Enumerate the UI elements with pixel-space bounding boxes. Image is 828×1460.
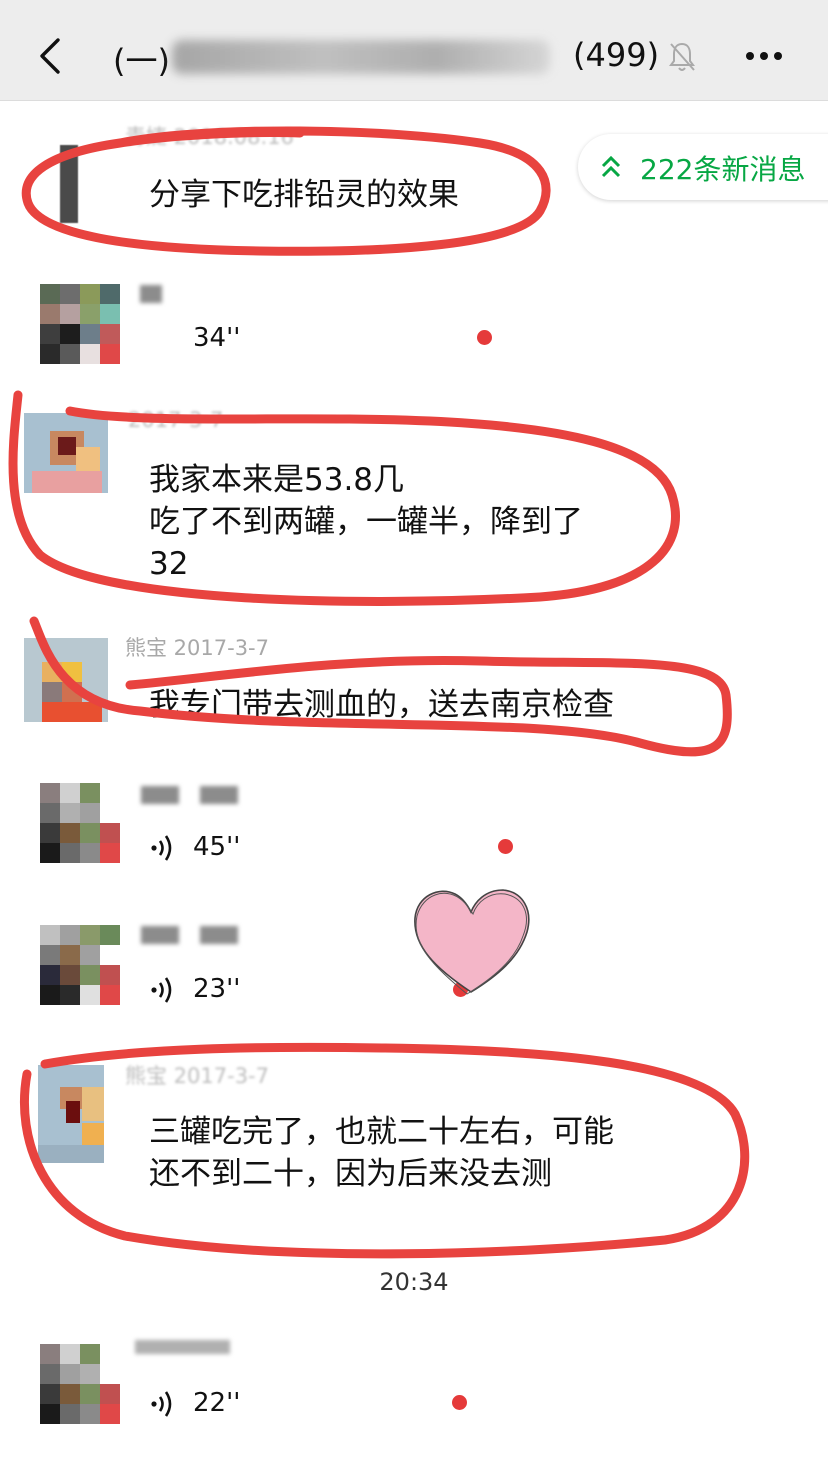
unread-dot xyxy=(477,330,492,345)
chat-header: (一) (499) xyxy=(0,0,828,101)
chat-message-list[interactable] xyxy=(0,101,828,1460)
voice-duration: 34'' xyxy=(193,323,241,353)
avatar[interactable] xyxy=(40,1344,120,1424)
message-sender: 青婕 2018.08.16 xyxy=(125,125,294,149)
sender-name-blurred xyxy=(200,786,238,804)
new-messages-label: 222条新消息 xyxy=(640,153,806,186)
message-timestamp: 20:34 xyxy=(379,1268,449,1296)
message-text: 32 xyxy=(149,546,189,582)
avatar[interactable] xyxy=(24,413,108,493)
avatar[interactable] xyxy=(40,284,120,364)
message-sender: 熊宝 2017-3-7 xyxy=(125,636,269,660)
message-text: 我家本来是53.8几 xyxy=(149,462,405,498)
new-messages-button[interactable]: 222条新消息 xyxy=(578,134,828,200)
unread-dot xyxy=(498,839,513,854)
message-text: 我专门带去测血的，送去南京检查 xyxy=(149,687,614,723)
voice-wave-icon[interactable] xyxy=(150,975,176,1005)
sender-name-blurred xyxy=(140,285,162,303)
message-text: 还不到二十，因为后来没去测 xyxy=(149,1156,552,1192)
sender-name-blurred xyxy=(200,926,238,944)
message-sender: 熊宝 2017-3-7 xyxy=(125,1064,269,1088)
group-title-prefix: (一) xyxy=(113,42,170,80)
voice-wave-icon[interactable] xyxy=(150,1389,176,1419)
voice-wave-icon[interactable] xyxy=(150,833,176,863)
message-sender: 2017-3-7 xyxy=(128,408,224,432)
avatar[interactable] xyxy=(38,1065,104,1163)
group-title-blurred xyxy=(172,40,550,74)
sender-name-blurred xyxy=(135,1340,230,1354)
voice-duration: 22'' xyxy=(193,1388,241,1418)
avatar[interactable] xyxy=(40,925,120,1005)
more-icon[interactable] xyxy=(744,42,784,70)
heart-sticker-icon xyxy=(414,889,530,995)
message-text: 三罐吃完了，也就二十左右，可能 xyxy=(149,1114,614,1150)
avatar[interactable] xyxy=(40,783,120,863)
double-chevron-up-icon xyxy=(601,155,621,178)
message-text: 吃了不到两罐，一罐半，降到了 xyxy=(149,504,583,540)
voice-duration: 23'' xyxy=(193,974,241,1004)
group-member-count: (499) xyxy=(573,36,660,74)
sender-name-blurred xyxy=(141,926,179,944)
avatar-partial xyxy=(60,145,78,223)
message-text: 分享下吃排铅灵的效果 xyxy=(149,177,459,213)
sender-name-blurred xyxy=(141,786,179,804)
mute-bell-icon xyxy=(669,42,695,71)
back-icon[interactable] xyxy=(34,36,68,76)
voice-duration: 45'' xyxy=(193,832,241,862)
avatar[interactable] xyxy=(24,638,108,722)
unread-dot xyxy=(452,1395,467,1410)
